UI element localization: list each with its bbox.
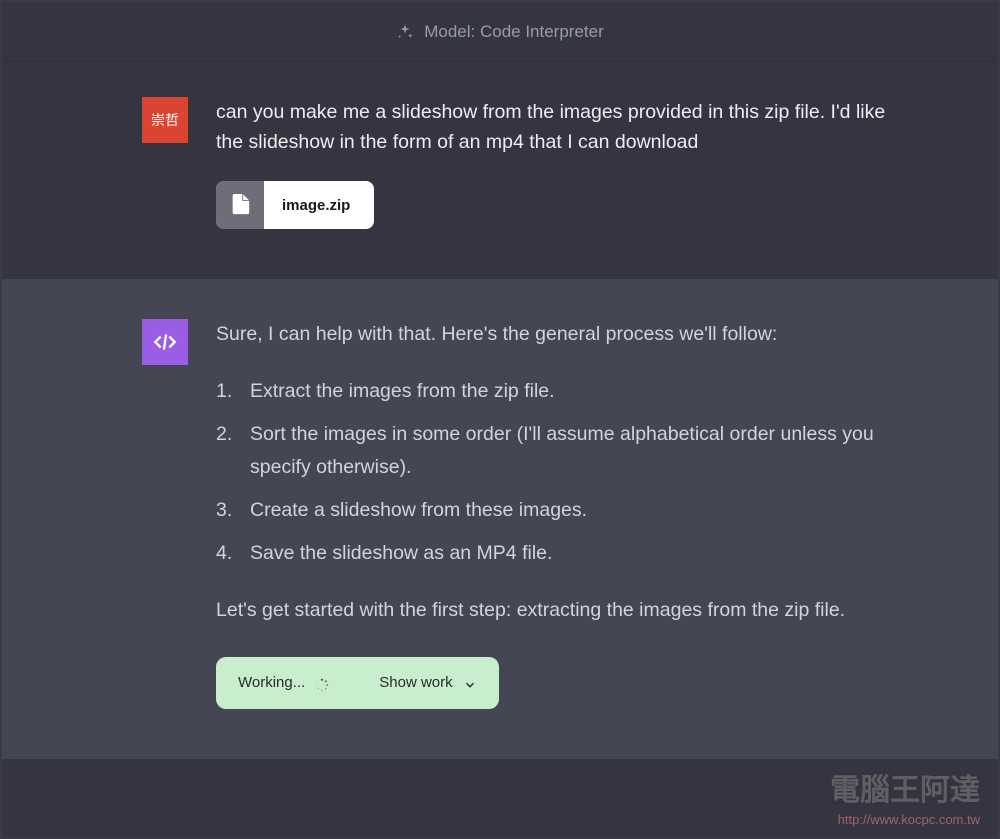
assistant-outro: Let's get started with the first step: e… [216,594,898,626]
list-item: 1. Extract the images from the zip file. [216,375,898,408]
list-item: 4. Save the slideshow as an MP4 file. [216,537,898,570]
status-pill[interactable]: Working... [216,657,499,709]
file-icon [216,181,264,229]
user-message-block: 崇哲 can you make me a slideshow from the … [2,62,998,279]
assistant-message-block: Sure, I can help with that. Here's the g… [2,279,998,758]
working-label: Working... [238,671,305,695]
watermark-url: http://www.kocpc.com.tw [838,812,980,827]
sparkle-icon [396,23,414,41]
show-work-label: Show work [379,671,452,695]
assistant-avatar [142,319,188,365]
file-name: image.zip [264,197,374,214]
list-item: 2. Sort the images in some order (I'll a… [216,418,898,484]
steps-list: 1. Extract the images from the zip file.… [216,375,898,571]
file-attachment[interactable]: image.zip [216,181,374,229]
spinner-icon [315,676,329,690]
assistant-intro: Sure, I can help with that. Here's the g… [216,319,898,350]
user-message-text: can you make me a slideshow from the ima… [216,97,898,157]
list-item: 3. Create a slideshow from these images. [216,494,898,527]
model-label: Model: Code Interpreter [424,22,604,42]
chevron-down-icon [463,676,477,690]
watermark-text: 電腦王阿達 [830,765,980,809]
model-header: Model: Code Interpreter [2,2,998,62]
user-avatar: 崇哲 [142,97,188,143]
watermark: 電腦王阿達 [830,765,980,809]
